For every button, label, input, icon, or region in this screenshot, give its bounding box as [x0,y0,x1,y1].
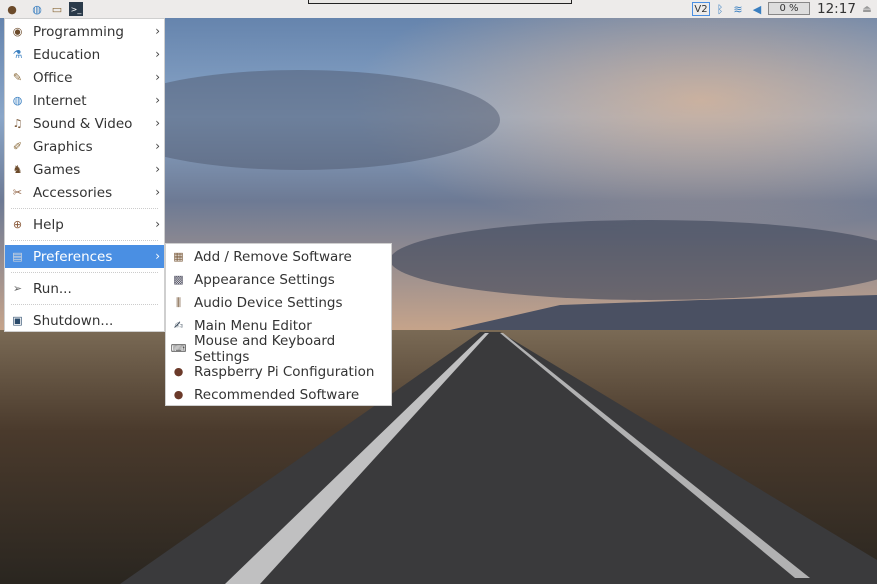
menu-item-label: Raspberry Pi Configuration [194,363,375,380]
menu-item-label: Main Menu Editor [194,317,312,334]
chevron-right-icon: › [155,24,160,38]
menu-item-label: Graphics [33,138,93,155]
menu-item-label: Run... [33,280,72,297]
menu-item-help[interactable]: ⊕ Help › [5,213,164,236]
menu-item-sound-video[interactable]: ♫ Sound & Video › [5,112,164,135]
menu-item-label: Office [33,69,73,86]
menu-item-run[interactable]: ➢ Run... [5,277,164,300]
menu-item-label: Accessories [33,184,113,201]
menu-item-label: Appearance Settings [194,271,335,288]
top-panel: ● ◍ ▭ >_ V2 ᛒ ≋ ◀ 0 % 12:17 ⏏ [0,0,877,18]
wifi-icon[interactable]: ≋ [731,2,745,16]
web-browser-icon[interactable]: ◍ [30,2,44,16]
package-icon: ▦ [173,250,184,263]
menu-item-label: Internet [33,92,87,109]
menu-item-label: Audio Device Settings [194,294,343,311]
menu-item-accessories[interactable]: ✂ Accessories › [5,181,164,204]
raspberry-menu-icon[interactable]: ● [5,2,19,16]
menu-item-games[interactable]: ♞ Games › [5,158,164,181]
globe-icon: ◍ [12,94,23,107]
file-manager-icon[interactable]: ▭ [50,2,64,16]
submenu-item-raspberry-pi-configuration[interactable]: ● Raspberry Pi Configuration [166,360,391,383]
menu-separator [11,208,158,209]
menu-item-internet[interactable]: ◍ Internet › [5,89,164,112]
chevron-right-icon: › [155,47,160,61]
help-icon: ⊕ [12,218,23,231]
taskbar-window-button[interactable] [308,0,572,4]
sound-video-icon: ♫ [12,117,23,130]
menu-item-label: Programming [33,23,124,40]
menu-item-programming[interactable]: ◉ Programming › [5,20,164,43]
programming-icon: ◉ [12,25,23,38]
chevron-right-icon: › [155,185,160,199]
submenu-item-audio-device-settings[interactable]: ⫼ Audio Device Settings [166,291,391,314]
menu-item-label: Preferences [33,248,113,265]
submenu-item-appearance-settings[interactable]: ▩ Appearance Settings [166,268,391,291]
menu-item-label: Recommended Software [194,386,360,403]
preferences-icon: ▤ [12,250,23,263]
menu-item-label: Games [33,161,81,178]
menu-item-label: Education [33,46,101,63]
clock[interactable]: 12:17 [817,1,856,17]
chevron-right-icon: › [155,217,160,231]
main-menu: ◉ Programming › ⚗ Education › ✎ Office › ◍ Interne… [4,18,165,332]
office-icon: ✎ [12,71,23,84]
menu-item-shutdown[interactable]: ▣ Shutdown... [5,309,164,332]
eject-icon[interactable]: ⏏ [860,2,874,16]
preferences-submenu: ▦ Add / Remove Software ▩ Appearance Settin… [165,243,392,406]
vnc-indicator[interactable]: V2 [692,2,710,16]
menu-editor-icon: ✍ [173,319,184,332]
submenu-item-recommended-software[interactable]: ● Recommended Software [166,383,391,406]
volume-icon[interactable]: ◀ [750,2,764,16]
menu-separator [11,240,158,241]
chevron-right-icon: › [155,93,160,107]
menu-separator [11,304,158,305]
appearance-icon: ▩ [173,273,184,286]
shutdown-icon: ▣ [12,314,23,327]
accessories-icon: ✂ [12,186,23,199]
menu-item-graphics[interactable]: ✐ Graphics › [5,135,164,158]
chevron-right-icon: › [155,139,160,153]
chevron-right-icon: › [155,116,160,130]
keyboard-icon: ⌨ [170,342,187,355]
run-icon: ➢ [12,282,23,295]
submenu-item-mouse-and-keyboard-settings[interactable]: ⌨ Mouse and Keyboard Settings [166,333,391,365]
menu-item-education[interactable]: ⚗ Education › [5,43,164,66]
raspberry-icon: ● [173,365,184,378]
audio-settings-icon: ⫼ [175,295,182,309]
chevron-right-icon: › [155,162,160,176]
menu-item-office[interactable]: ✎ Office › [5,66,164,89]
menu-item-label: Add / Remove Software [194,248,352,265]
chevron-right-icon: › [155,249,160,263]
menu-separator [11,272,158,273]
cpu-usage-meter: 0 % [768,2,810,15]
education-icon: ⚗ [12,48,23,61]
raspberry-icon: ● [173,388,184,401]
graphics-icon: ✐ [12,140,23,153]
games-icon: ♞ [12,163,23,176]
menu-item-preferences[interactable]: ▤ Preferences › [5,245,164,268]
menu-item-label: Help [33,216,64,233]
bluetooth-icon[interactable]: ᛒ [713,2,727,16]
terminal-icon[interactable]: >_ [69,2,83,16]
menu-item-label: Sound & Video [33,115,133,132]
chevron-right-icon: › [155,70,160,84]
submenu-item-add-remove-software[interactable]: ▦ Add / Remove Software [166,245,391,268]
menu-item-label: Shutdown... [33,312,114,329]
